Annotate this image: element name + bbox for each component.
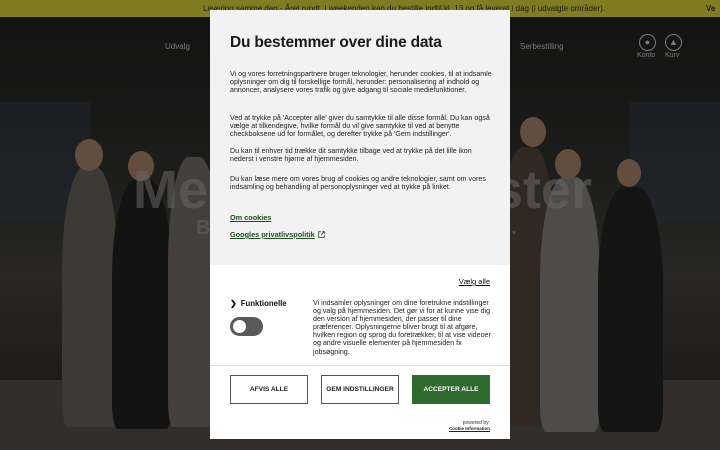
- consent-categories: Vælg alle ❯ Funktionelle Vi indsamler opl…: [210, 265, 510, 365]
- consent-paragraph: Vi og vores forretningspartnere bruger t…: [230, 70, 492, 95]
- google-privacy-link-wrap[interactable]: Googles privatlivspolitik: [230, 230, 325, 239]
- category-description: Vi indsamler oplysninger om dine foretru…: [313, 299, 491, 356]
- consent-title: Du bestemmer over dine data: [230, 34, 442, 51]
- about-cookies-link[interactable]: Om cookies: [230, 213, 271, 222]
- external-link-icon: [318, 231, 325, 238]
- consent-paragraph: Ved at trykke på 'Accepter alle' giver d…: [230, 114, 490, 139]
- category-functional-expander[interactable]: ❯ Funktionelle: [230, 299, 287, 308]
- category-label: Funktionelle: [240, 299, 287, 308]
- consent-paragraph: Du kan til enhver tid trække dit samtykk…: [230, 147, 472, 164]
- accept-all-button[interactable]: ACCEPTER ALLE: [412, 375, 490, 404]
- save-settings-button[interactable]: GEM INDSTILLINGER: [321, 375, 399, 404]
- functional-toggle[interactable]: [230, 317, 263, 336]
- powered-by: powered by: Cookie Information: [210, 415, 510, 439]
- consent-intro: Du bestemmer over dine data Vi og vores …: [210, 10, 510, 265]
- reject-all-button[interactable]: AFVIS ALLE: [230, 375, 308, 404]
- consent-paragraph: Du kan læse mere om vores brug af cookie…: [230, 175, 486, 192]
- toggle-knob: [233, 320, 246, 333]
- powered-by-logo[interactable]: Cookie Information: [449, 426, 490, 431]
- google-privacy-link[interactable]: Googles privatlivspolitik: [230, 230, 315, 239]
- cookie-consent-dialog: Du bestemmer over dine data Vi og vores …: [210, 10, 510, 439]
- chevron-right-icon: ❯: [230, 299, 237, 308]
- select-all-link[interactable]: Vælg alle: [459, 277, 490, 286]
- consent-actions: AFVIS ALLE GEM INDSTILLINGER ACCEPTER AL…: [210, 365, 510, 415]
